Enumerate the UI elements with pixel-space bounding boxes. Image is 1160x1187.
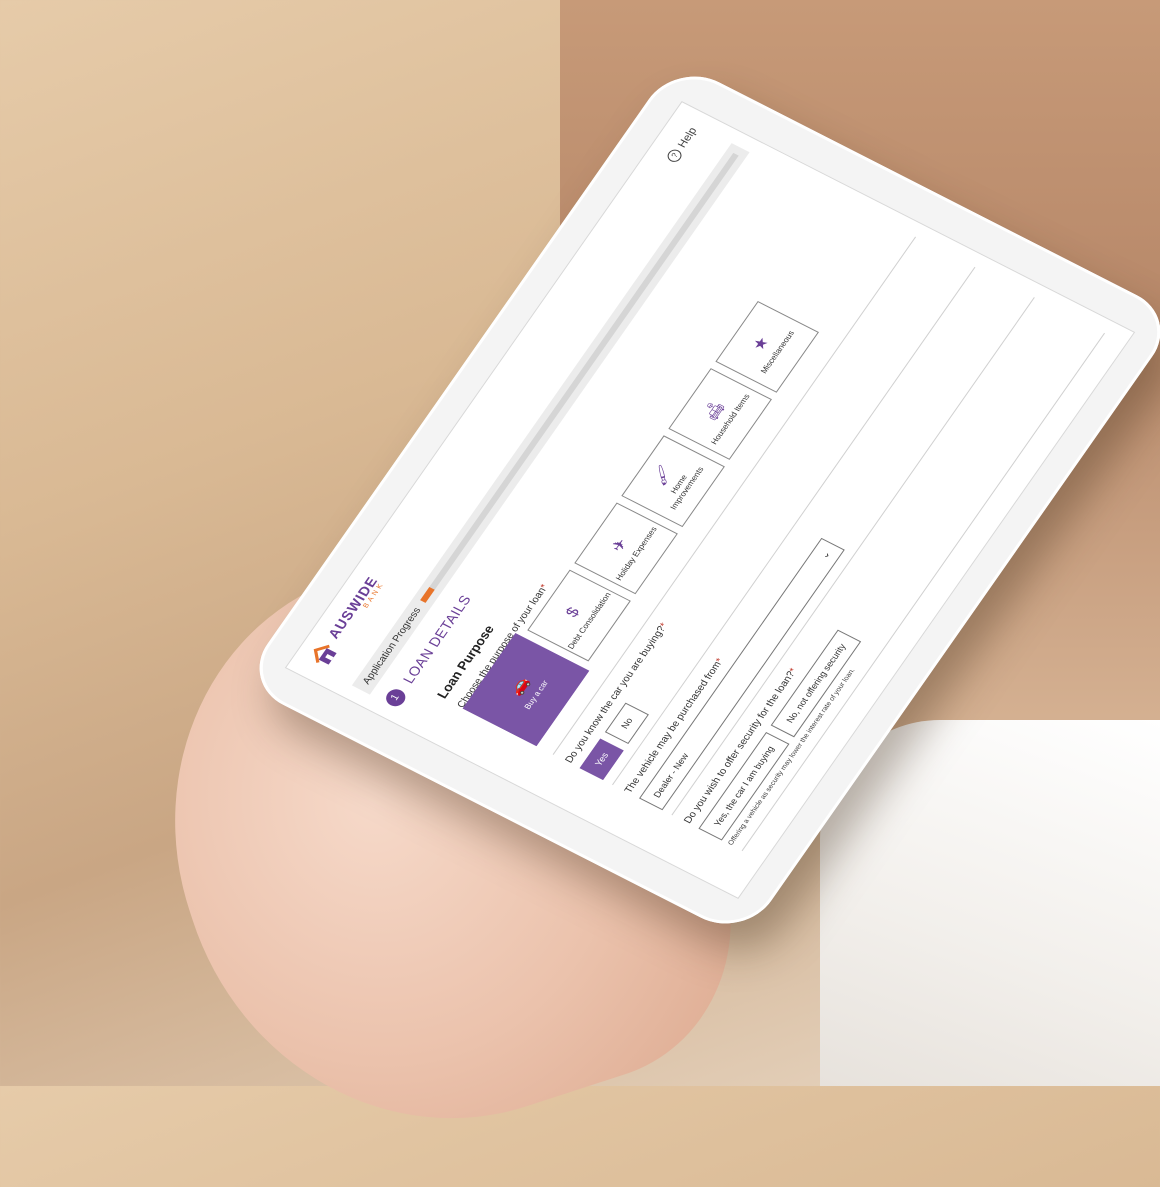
- question-icon: ?: [665, 147, 685, 164]
- progress-track: [419, 152, 739, 604]
- background-sleeve: [820, 720, 1160, 1086]
- step-badge: 1: [382, 686, 410, 710]
- chevron-down-icon: ⌄: [818, 548, 833, 561]
- house-logo-icon: [304, 638, 342, 671]
- top-bar: AUSWIDE BANK ? Help: [286, 102, 736, 695]
- progress-fill: [419, 586, 435, 604]
- help-label: Help: [675, 125, 700, 150]
- help-link[interactable]: ? Help: [665, 125, 700, 164]
